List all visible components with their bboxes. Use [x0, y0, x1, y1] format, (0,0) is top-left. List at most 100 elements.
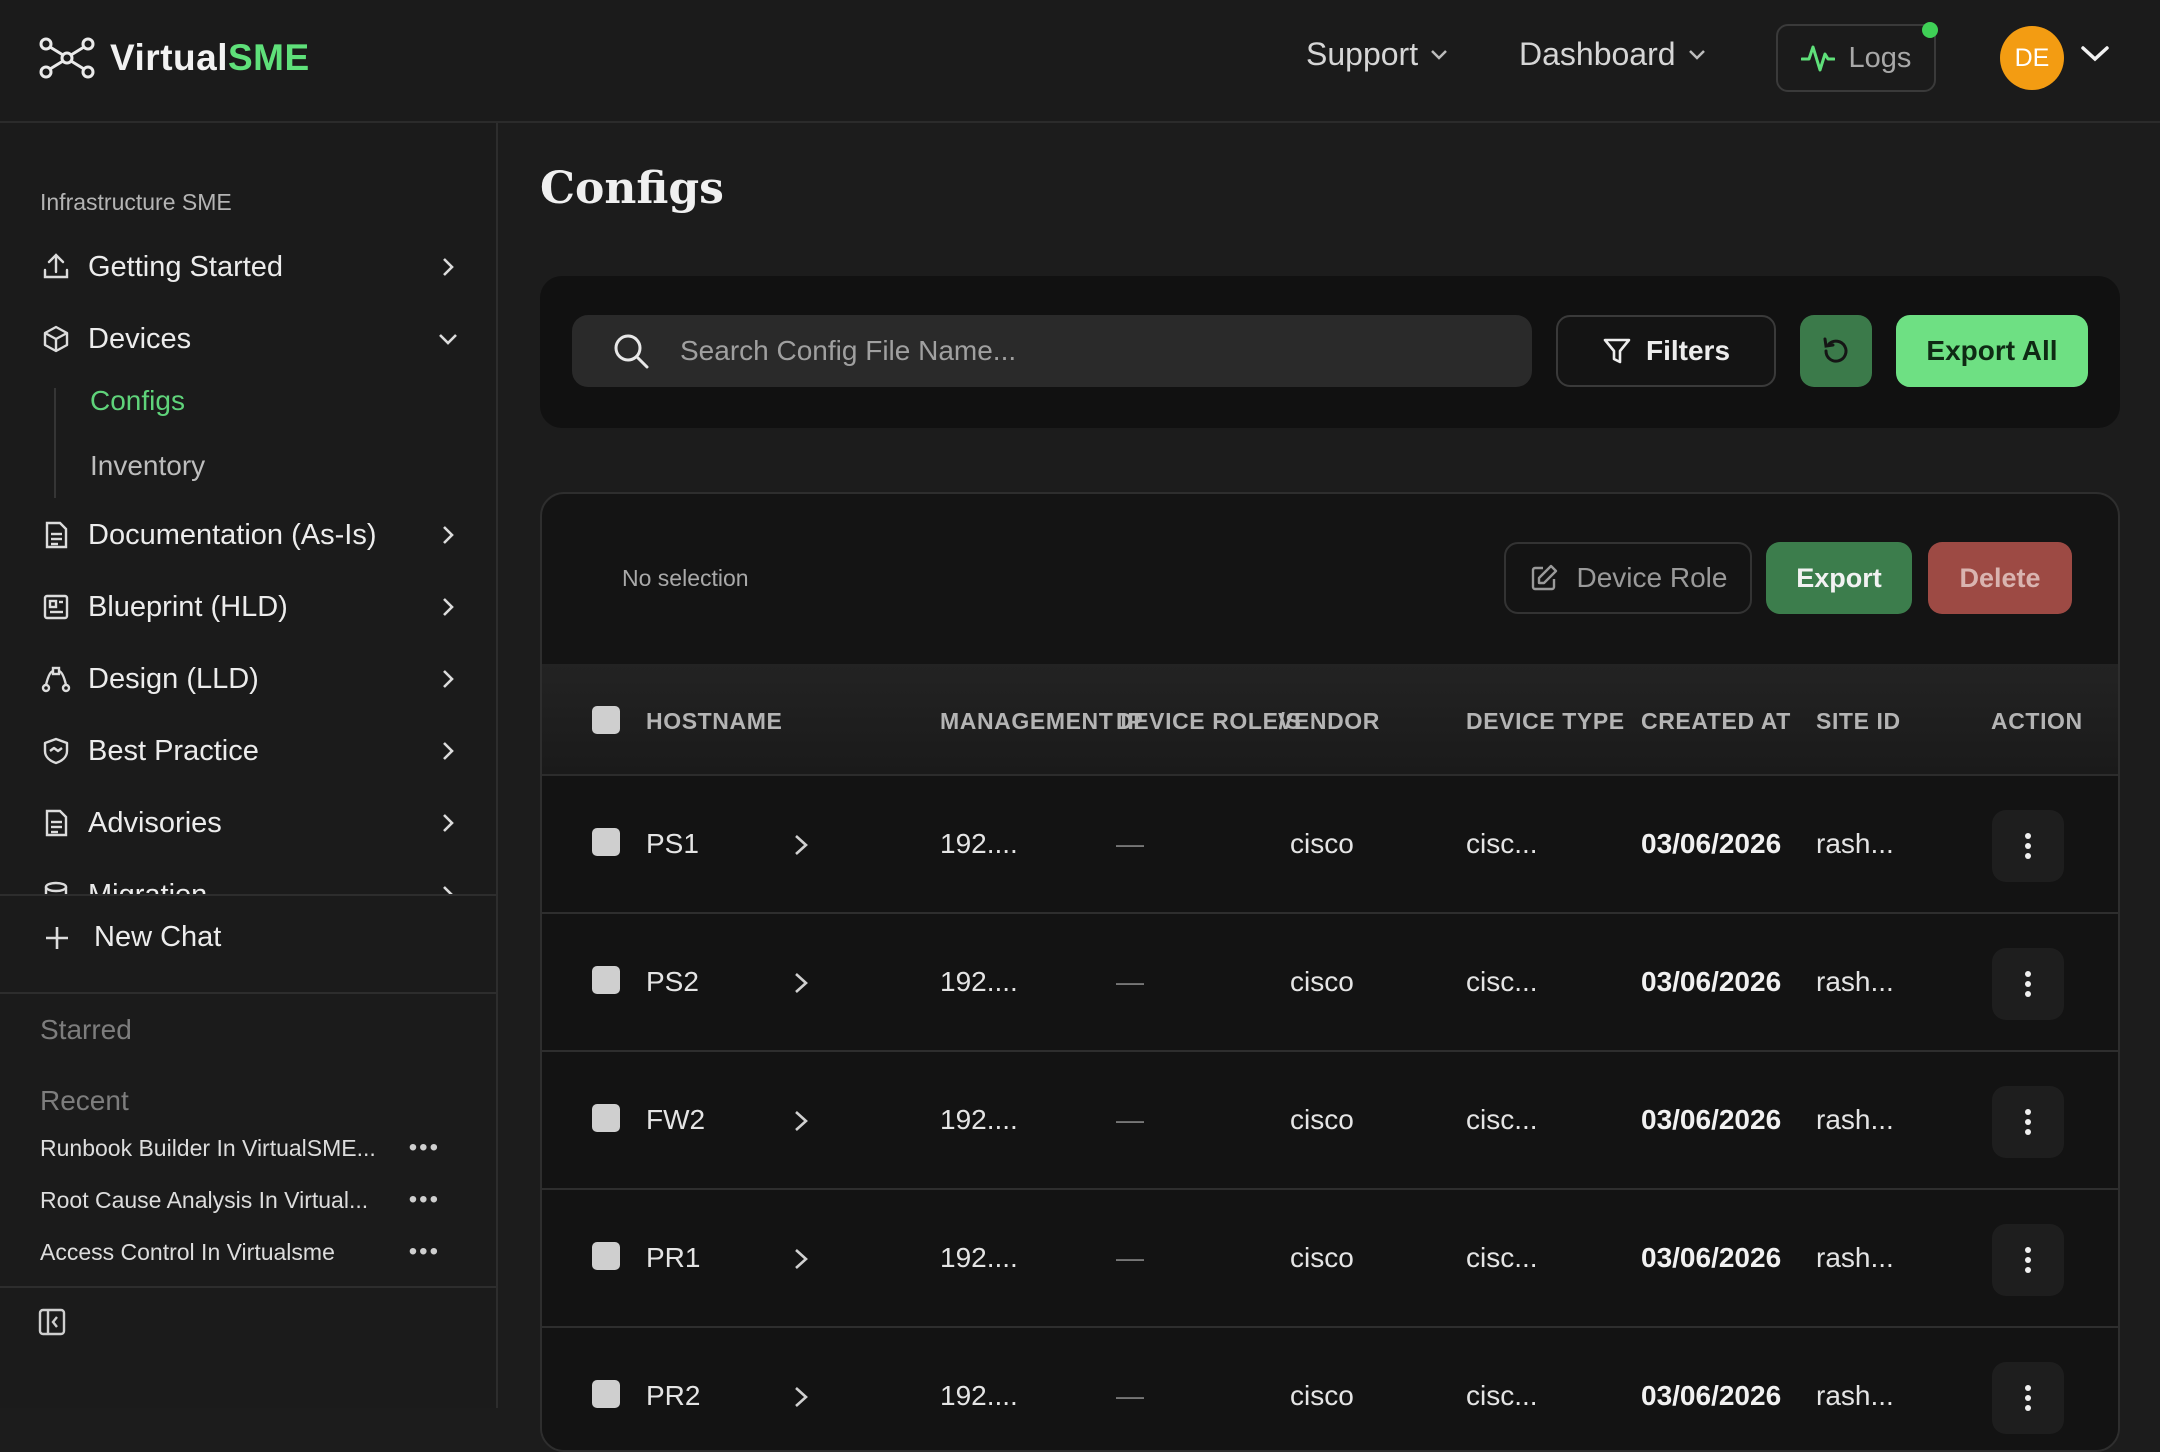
row-action-menu-button[interactable] — [1992, 1362, 2064, 1434]
chevron-right-icon — [443, 814, 454, 832]
recent-chat-item[interactable]: Access Control In Virtualsme ••• — [40, 1238, 440, 1266]
column-header-vendor[interactable]: VENDOR — [1278, 708, 1380, 735]
export-button[interactable]: Export — [1766, 542, 1912, 614]
chevron-right-icon — [443, 598, 454, 616]
select-all-checkbox[interactable] — [592, 706, 620, 734]
sidebar-divider — [0, 1286, 496, 1288]
search-input[interactable] — [680, 335, 1480, 367]
table-row[interactable]: PR2 192.... — cisco cisc... 03/06/2026 r… — [542, 1328, 2118, 1450]
delete-button[interactable]: Delete — [1928, 542, 2072, 614]
more-options-icon[interactable]: ••• — [409, 1134, 440, 1162]
sidebar-item-advisories[interactable]: Advisories — [40, 795, 460, 851]
sidebar-item-blueprint[interactable]: Blueprint (HLD) — [40, 579, 460, 635]
sidebar-scroll-clip: Migration — [0, 867, 496, 895]
dashboard-label: Dashboard — [1519, 36, 1676, 72]
sidebar-item-getting-started[interactable]: Getting Started — [40, 239, 460, 295]
chevron-down-icon — [1431, 49, 1447, 60]
cell-created-at: 03/06/2026 — [1641, 1242, 1782, 1273]
expand-row-chevron-icon[interactable] — [792, 1384, 810, 1410]
top-navigation-bar: VirtualSME Support Dashboard Logs DE — [0, 0, 2160, 123]
cell-device-type: cisc... — [1466, 1380, 1538, 1411]
cell-hostname: PS1 — [646, 828, 699, 859]
logo-wordmark: VirtualSME — [110, 37, 310, 79]
virtualsme-logo[interactable]: VirtualSME — [38, 36, 310, 80]
column-header-site-id[interactable]: SITE ID — [1816, 708, 1901, 735]
account-chevron-down-icon[interactable] — [2080, 44, 2110, 64]
blueprint-icon — [40, 591, 72, 623]
support-label: Support — [1306, 36, 1419, 72]
cell-device-type: cisc... — [1466, 1242, 1538, 1273]
expand-row-chevron-icon[interactable] — [792, 832, 810, 858]
row-checkbox[interactable] — [592, 966, 620, 994]
more-options-icon[interactable]: ••• — [409, 1238, 440, 1266]
new-chat-button[interactable]: New Chat — [44, 921, 221, 954]
network-nodes-icon — [39, 37, 95, 79]
cell-hostname: PR2 — [646, 1380, 701, 1411]
sidebar-item-label: Migration — [88, 878, 208, 896]
user-avatar[interactable]: DE — [2000, 26, 2064, 90]
cell-management-ip: 192.... — [940, 966, 1018, 997]
cell-vendor: cisco — [1290, 966, 1354, 997]
sidebar-item-label: Blueprint (HLD) — [88, 590, 288, 623]
row-checkbox[interactable] — [592, 828, 620, 856]
refresh-button[interactable] — [1800, 315, 1872, 387]
filters-button[interactable]: Filters — [1556, 315, 1776, 387]
sidebar-item-design[interactable]: Design (LLD) — [40, 651, 460, 707]
column-header-device-role[interactable]: DEVICE ROLE/S — [1116, 708, 1301, 735]
submenu-guide-line — [54, 388, 56, 498]
sidebar-subitem-configs[interactable]: Configs — [90, 385, 185, 417]
cell-device-type: cisc... — [1466, 966, 1538, 997]
row-action-menu-button[interactable] — [1992, 948, 2064, 1020]
kebab-menu-icon — [2025, 971, 2031, 997]
cell-created-at: 03/06/2026 — [1641, 1380, 1782, 1411]
more-options-icon[interactable]: ••• — [409, 1186, 440, 1214]
column-header-created-at[interactable]: CREATED AT — [1641, 708, 1791, 735]
expand-row-chevron-icon[interactable] — [792, 1108, 810, 1134]
kebab-menu-icon — [2025, 1247, 2031, 1273]
table-row[interactable]: PS1 192.... — cisco cisc... 03/06/2026 r… — [542, 776, 2118, 914]
chevron-right-icon — [443, 526, 454, 544]
recent-chat-title: Root Cause Analysis In Virtual... — [40, 1186, 369, 1213]
table-row[interactable]: PS2 192.... — cisco cisc... 03/06/2026 r… — [542, 914, 2118, 1052]
cell-management-ip: 192.... — [940, 828, 1018, 859]
device-role-button[interactable]: Device Role — [1504, 542, 1752, 614]
recent-chat-item[interactable]: Root Cause Analysis In Virtual... ••• — [40, 1186, 440, 1214]
refresh-icon — [1823, 337, 1848, 363]
column-header-management-ip[interactable]: MANAGEMENT IP — [940, 708, 1143, 735]
row-action-menu-button[interactable] — [1992, 810, 2064, 882]
sidebar-item-devices[interactable]: Devices — [40, 311, 460, 367]
row-action-menu-button[interactable] — [1992, 1086, 2064, 1158]
cell-created-at: 03/06/2026 — [1641, 966, 1782, 997]
sidebar-item-label: Devices — [88, 322, 192, 355]
column-header-action: ACTION — [1991, 708, 2083, 734]
logs-button[interactable]: Logs — [1776, 22, 1938, 92]
row-checkbox[interactable] — [592, 1242, 620, 1270]
export-all-button[interactable]: Export All — [1896, 315, 2088, 387]
row-checkbox[interactable] — [592, 1380, 620, 1408]
cell-management-ip: 192.... — [940, 1242, 1018, 1273]
row-action-menu-button[interactable] — [1992, 1224, 2064, 1296]
filters-label: Filters — [1645, 335, 1731, 366]
cell-site-id: rash... — [1816, 1104, 1894, 1135]
table-row[interactable]: PR1 192.... — cisco cisc... 03/06/2026 r… — [542, 1190, 2118, 1328]
expand-row-chevron-icon[interactable] — [792, 1246, 810, 1272]
expand-row-chevron-icon[interactable] — [792, 970, 810, 996]
sidebar-item-best-practice[interactable]: Best Practice — [40, 723, 460, 779]
sidebar-divider — [0, 894, 496, 896]
sidebar-item-documentation[interactable]: Documentation (As-Is) — [40, 507, 460, 563]
support-dropdown[interactable]: Support — [1306, 36, 1448, 73]
collapse-sidebar-icon[interactable] — [38, 1308, 66, 1336]
sidebar-item-migration[interactable]: Migration — [40, 867, 460, 895]
row-checkbox[interactable] — [592, 1104, 620, 1132]
dashboard-dropdown[interactable]: Dashboard — [1519, 36, 1706, 73]
column-header-device-type[interactable]: DEVICE TYPE — [1466, 708, 1625, 735]
plus-icon — [46, 926, 68, 949]
configs-table-card: No selection Device Role Export Delete H… — [540, 492, 2120, 1452]
sidebar-subitem-inventory[interactable]: Inventory — [90, 450, 205, 482]
search-box[interactable] — [572, 315, 1532, 387]
recent-chat-item[interactable]: Runbook Builder In VirtualSME... ••• — [40, 1134, 440, 1162]
column-header-hostname[interactable]: HOSTNAME — [646, 708, 782, 735]
main-content: Configs Filters Export All No selection … — [498, 123, 2160, 1452]
chevron-down-icon — [1688, 49, 1705, 60]
table-row[interactable]: FW2 192.... — cisco cisc... 03/06/2026 r… — [542, 1052, 2118, 1190]
